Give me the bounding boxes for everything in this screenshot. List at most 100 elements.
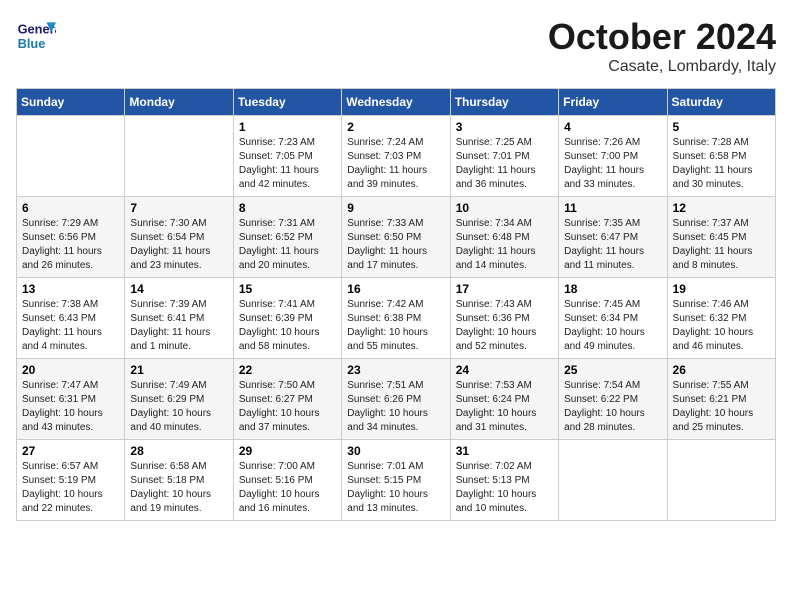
day-number: 11: [564, 201, 661, 215]
calendar-cell: 24 Sunrise: 7:53 AM Sunset: 6:24 PM Dayli…: [450, 359, 558, 440]
logo: General Blue: [16, 16, 56, 56]
day-number: 10: [456, 201, 553, 215]
calendar-cell: 12 Sunrise: 7:37 AM Sunset: 6:45 PM Dayli…: [667, 197, 775, 278]
calendar-cell: 9 Sunrise: 7:33 AM Sunset: 6:50 PM Daylig…: [342, 197, 450, 278]
day-number: 3: [456, 120, 553, 134]
day-info: Sunrise: 7:33 AM Sunset: 6:50 PM Dayligh…: [347, 217, 444, 273]
day-number: 27: [22, 444, 119, 458]
weekday-header: Friday: [559, 89, 667, 116]
page-header: General Blue October 2024 Casate, Lombar…: [16, 16, 776, 76]
calendar-cell: 22 Sunrise: 7:50 AM Sunset: 6:27 PM Dayli…: [233, 359, 341, 440]
day-info: Sunrise: 7:30 AM Sunset: 6:54 PM Dayligh…: [130, 217, 227, 273]
weekday-header: Sunday: [17, 89, 125, 116]
calendar-week-row: 6Sunrise: 7:29 AM Sunset: 6:56 PM Daylig…: [17, 197, 776, 278]
day-info: Sunrise: 7:37 AM Sunset: 6:45 PM Dayligh…: [673, 217, 770, 273]
calendar-cell: 8Sunrise: 7:31 AM Sunset: 6:52 PM Daylig…: [233, 197, 341, 278]
day-info: Sunrise: 7:35 AM Sunset: 6:47 PM Dayligh…: [564, 217, 661, 273]
weekday-header: Tuesday: [233, 89, 341, 116]
day-number: 14: [130, 282, 227, 296]
day-info: Sunrise: 7:50 AM Sunset: 6:27 PM Dayligh…: [239, 379, 336, 435]
day-info: Sunrise: 7:39 AM Sunset: 6:41 PM Dayligh…: [130, 298, 227, 354]
calendar-cell: 2 Sunrise: 7:24 AM Sunset: 7:03 PM Daylig…: [342, 116, 450, 197]
title-section: October 2024 Casate, Lombardy, Italy: [548, 16, 776, 76]
day-number: 26: [673, 363, 770, 377]
day-info: Sunrise: 7:45 AM Sunset: 6:34 PM Dayligh…: [564, 298, 661, 354]
day-info: Sunrise: 7:47 AM Sunset: 6:31 PM Dayligh…: [22, 379, 119, 435]
day-number: 15: [239, 282, 336, 296]
calendar-cell: 23 Sunrise: 7:51 AM Sunset: 6:26 PM Dayli…: [342, 359, 450, 440]
day-number: 7: [130, 201, 227, 215]
day-info: Sunrise: 7:51 AM Sunset: 6:26 PM Dayligh…: [347, 379, 444, 435]
day-info: Sunrise: 7:24 AM Sunset: 7:03 PM Dayligh…: [347, 136, 444, 192]
day-info: Sunrise: 7:02 AM Sunset: 5:13 PM Dayligh…: [456, 460, 553, 516]
weekday-header: Monday: [125, 89, 233, 116]
location: Casate, Lombardy, Italy: [548, 58, 776, 76]
calendar-cell: 5 Sunrise: 7:28 AM Sunset: 6:58 PM Daylig…: [667, 116, 775, 197]
calendar-cell: 4 Sunrise: 7:26 AM Sunset: 7:00 PM Daylig…: [559, 116, 667, 197]
day-number: 25: [564, 363, 661, 377]
calendar-cell: 11 Sunrise: 7:35 AM Sunset: 6:47 PM Dayli…: [559, 197, 667, 278]
day-number: 5: [673, 120, 770, 134]
day-info: Sunrise: 7:46 AM Sunset: 6:32 PM Dayligh…: [673, 298, 770, 354]
day-number: 22: [239, 363, 336, 377]
day-number: 20: [22, 363, 119, 377]
day-number: 28: [130, 444, 227, 458]
calendar-cell: 20 Sunrise: 7:47 AM Sunset: 6:31 PM Dayli…: [17, 359, 125, 440]
day-number: 8: [239, 201, 336, 215]
day-info: Sunrise: 7:25 AM Sunset: 7:01 PM Dayligh…: [456, 136, 553, 192]
calendar-cell: 10 Sunrise: 7:34 AM Sunset: 6:48 PM Dayli…: [450, 197, 558, 278]
day-number: 1: [239, 120, 336, 134]
calendar-cell: 30 Sunrise: 7:01 AM Sunset: 5:15 PM Dayli…: [342, 440, 450, 521]
day-info: Sunrise: 7:49 AM Sunset: 6:29 PM Dayligh…: [130, 379, 227, 435]
calendar-cell: 17Sunrise: 7:43 AM Sunset: 6:36 PM Dayli…: [450, 278, 558, 359]
calendar-cell: 18 Sunrise: 7:45 AM Sunset: 6:34 PM Dayli…: [559, 278, 667, 359]
day-number: 29: [239, 444, 336, 458]
day-number: 13: [22, 282, 119, 296]
day-number: 18: [564, 282, 661, 296]
calendar-cell: 19 Sunrise: 7:46 AM Sunset: 6:32 PM Dayli…: [667, 278, 775, 359]
svg-text:Blue: Blue: [18, 36, 46, 51]
day-info: Sunrise: 7:42 AM Sunset: 6:38 PM Dayligh…: [347, 298, 444, 354]
calendar-cell: [125, 116, 233, 197]
day-info: Sunrise: 7:38 AM Sunset: 6:43 PM Dayligh…: [22, 298, 119, 354]
day-info: Sunrise: 7:28 AM Sunset: 6:58 PM Dayligh…: [673, 136, 770, 192]
calendar-cell: 16 Sunrise: 7:42 AM Sunset: 6:38 PM Dayli…: [342, 278, 450, 359]
day-info: Sunrise: 7:26 AM Sunset: 7:00 PM Dayligh…: [564, 136, 661, 192]
calendar-cell: 1 Sunrise: 7:23 AM Sunset: 7:05 PM Daylig…: [233, 116, 341, 197]
calendar-cell: 21 Sunrise: 7:49 AM Sunset: 6:29 PM Dayli…: [125, 359, 233, 440]
day-number: 24: [456, 363, 553, 377]
calendar-cell: [559, 440, 667, 521]
day-info: Sunrise: 7:53 AM Sunset: 6:24 PM Dayligh…: [456, 379, 553, 435]
calendar-cell: 7 Sunrise: 7:30 AM Sunset: 6:54 PM Daylig…: [125, 197, 233, 278]
day-number: 4: [564, 120, 661, 134]
day-info: Sunrise: 7:23 AM Sunset: 7:05 PM Dayligh…: [239, 136, 336, 192]
day-number: 30: [347, 444, 444, 458]
day-number: 12: [673, 201, 770, 215]
calendar: SundayMondayTuesdayWednesdayThursdayFrid…: [16, 88, 776, 521]
day-number: 9: [347, 201, 444, 215]
day-info: Sunrise: 7:55 AM Sunset: 6:21 PM Dayligh…: [673, 379, 770, 435]
day-info: Sunrise: 7:01 AM Sunset: 5:15 PM Dayligh…: [347, 460, 444, 516]
calendar-cell: 14 Sunrise: 7:39 AM Sunset: 6:41 PM Dayli…: [125, 278, 233, 359]
calendar-cell: [17, 116, 125, 197]
weekday-header-row: SundayMondayTuesdayWednesdayThursdayFrid…: [17, 89, 776, 116]
day-info: Sunrise: 7:41 AM Sunset: 6:39 PM Dayligh…: [239, 298, 336, 354]
calendar-cell: 31Sunrise: 7:02 AM Sunset: 5:13 PM Dayli…: [450, 440, 558, 521]
calendar-week-row: 20 Sunrise: 7:47 AM Sunset: 6:31 PM Dayli…: [17, 359, 776, 440]
day-info: Sunrise: 7:00 AM Sunset: 5:16 PM Dayligh…: [239, 460, 336, 516]
day-number: 17: [456, 282, 553, 296]
logo-icon: General Blue: [16, 16, 56, 56]
calendar-cell: 6Sunrise: 7:29 AM Sunset: 6:56 PM Daylig…: [17, 197, 125, 278]
day-number: 2: [347, 120, 444, 134]
day-number: 21: [130, 363, 227, 377]
day-number: 23: [347, 363, 444, 377]
day-info: Sunrise: 7:54 AM Sunset: 6:22 PM Dayligh…: [564, 379, 661, 435]
calendar-cell: 29 Sunrise: 7:00 AM Sunset: 5:16 PM Dayli…: [233, 440, 341, 521]
day-number: 16: [347, 282, 444, 296]
calendar-week-row: 13 Sunrise: 7:38 AM Sunset: 6:43 PM Dayli…: [17, 278, 776, 359]
day-info: Sunrise: 7:34 AM Sunset: 6:48 PM Dayligh…: [456, 217, 553, 273]
day-info: Sunrise: 6:57 AM Sunset: 5:19 PM Dayligh…: [22, 460, 119, 516]
calendar-cell: 28Sunrise: 6:58 AM Sunset: 5:18 PM Dayli…: [125, 440, 233, 521]
calendar-cell: 15 Sunrise: 7:41 AM Sunset: 6:39 PM Dayli…: [233, 278, 341, 359]
day-number: 19: [673, 282, 770, 296]
